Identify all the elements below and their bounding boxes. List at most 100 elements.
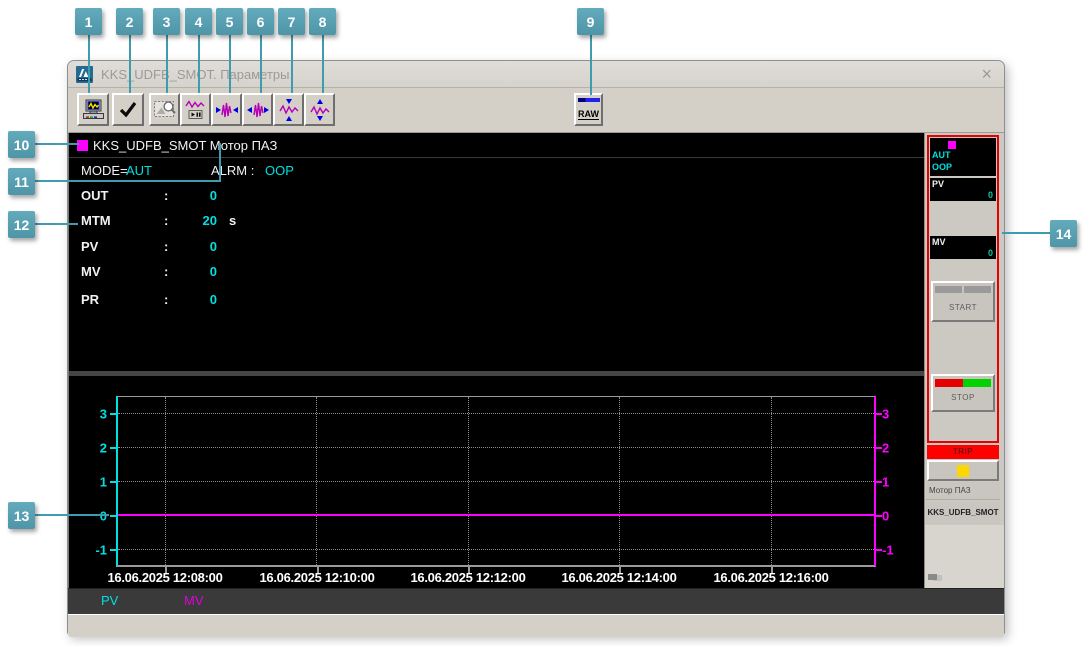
callout-line-2 — [129, 33, 131, 93]
param-separator: : — [164, 213, 169, 228]
callout-badge-6: 6 — [247, 8, 274, 35]
stop-button[interactable]: STOP — [931, 374, 995, 412]
callout-line-5 — [229, 33, 231, 93]
y-axis-left-tick: 1 — [99, 474, 107, 490]
mode-label: MODE= — [81, 163, 128, 178]
param-separator: : — [164, 188, 169, 203]
trend-main-area: KKS_UDFB_SMOT Мотор ПАЗ MODE= AUT ALRM :… — [68, 133, 924, 588]
y-axis-left-tick: 0 — [99, 508, 107, 524]
stop-button-label: STOP — [951, 393, 975, 402]
trend-run-pause-icon — [184, 99, 204, 119]
mode-value: AUT — [126, 163, 152, 178]
acknowledge-button[interactable] — [927, 460, 999, 481]
param-label: MV — [81, 264, 101, 279]
param-separator: : — [164, 292, 169, 307]
tag-header-label: KKS_UDFB_SMOT Мотор ПАЗ — [93, 138, 278, 153]
title-bar[interactable]: KKS_UDFB_SMOT. Параметры × — [68, 61, 1004, 88]
callout-line-13 — [35, 514, 109, 516]
expand-time-axis-button[interactable] — [242, 93, 273, 126]
export-image-button[interactable] — [149, 93, 180, 126]
compress-time-axis-icon — [215, 102, 238, 117]
param-value: 0 — [209, 188, 217, 203]
callout-badge-11: 11 — [8, 168, 35, 195]
compress-value-axis-icon — [278, 98, 298, 121]
alarm-value: OOP — [265, 163, 294, 178]
faceplate-mode-value: AUT — [932, 150, 951, 160]
faceplate: AUT OOP PV 0 MV 0 START STOP TRIP Мотор … — [924, 133, 1004, 588]
y-axis-left-tick: -1 — [95, 542, 107, 558]
stop-indicator-red — [935, 379, 963, 387]
start-button[interactable]: START — [931, 281, 995, 322]
callout-line-11b — [219, 143, 221, 182]
start-button-label: START — [949, 303, 977, 312]
close-icon[interactable]: × — [977, 65, 996, 83]
faceplate-mv-value: 0 — [987, 248, 993, 258]
param-row-mtm: MTM : 20 s — [69, 213, 924, 233]
faceplate-pv-label: PV — [932, 179, 945, 189]
faceplate-tag: KKS_UDFB_SMOT — [926, 501, 1000, 524]
y-axis-right-tick: 3 — [882, 406, 890, 422]
callout-badge-1: 1 — [75, 8, 102, 35]
x-axis-tick: 16.06.2025 12:14:00 — [561, 570, 677, 585]
param-label: PR — [81, 292, 100, 307]
callout-badge-14: 14 — [1050, 220, 1077, 247]
warning-indicator — [957, 464, 969, 477]
callout-line-14 — [1002, 232, 1050, 234]
y-axis-right-tick: 1 — [882, 474, 890, 490]
faceplate-mv-box: MV 0 — [930, 236, 996, 259]
apply-button[interactable] — [112, 93, 144, 126]
param-row-mv: MV : 0 — [69, 264, 924, 284]
expand-value-axis-button[interactable] — [304, 93, 335, 126]
param-separator: : — [164, 264, 169, 279]
expand-time-axis-icon — [246, 102, 269, 117]
callout-badge-9: 9 — [577, 8, 604, 35]
y-axis-right-tick: 0 — [882, 508, 890, 524]
raw-data-button[interactable]: RAW — [574, 93, 603, 126]
raw-label: RAW — [578, 108, 599, 120]
callout-badge-3: 3 — [153, 8, 180, 35]
trip-indicator: TRIP — [927, 445, 999, 459]
trend-print-button[interactable] — [77, 93, 109, 126]
callout-badge-12: 12 — [8, 211, 35, 238]
toolbar: RAW — [68, 88, 1004, 132]
param-value: 0 — [209, 264, 217, 279]
parameters-window: KKS_UDFB_SMOT. Параметры × RAW KKS_UDFB_… — [67, 60, 1005, 637]
param-label: OUT — [81, 188, 109, 203]
callout-line-8 — [322, 33, 324, 93]
faceplate-alarm-frame: AUT OOP PV 0 MV 0 START STOP — [927, 135, 999, 443]
trend-run-pause-button[interactable] — [180, 93, 211, 126]
callout-line-9 — [590, 33, 592, 95]
start-indicator-bar — [935, 286, 962, 293]
raw-data-icon: RAW — [577, 97, 600, 122]
y-axis-left-tick: 3 — [99, 406, 107, 422]
faceplate-alarm-value: OOP — [932, 162, 953, 172]
callout-badge-2: 2 — [116, 8, 143, 35]
y-axis-left-tick: 2 — [99, 440, 107, 456]
callout-badge-5: 5 — [216, 8, 243, 35]
compress-time-axis-button[interactable] — [211, 93, 242, 126]
window-title: KKS_UDFB_SMOT. Параметры — [101, 66, 290, 82]
x-axis-tick: 16.06.2025 12:10:00 — [259, 570, 375, 585]
content-area: KKS_UDFB_SMOT Мотор ПАЗ MODE= AUT ALRM :… — [68, 132, 1004, 588]
param-label: PV — [81, 239, 99, 254]
callout-line-4 — [198, 33, 200, 93]
compress-value-axis-button[interactable] — [273, 93, 304, 126]
mv-series-line — [118, 514, 874, 516]
y-axis-right-tick: -1 — [882, 542, 894, 558]
faceplate-footer — [925, 525, 1004, 588]
callout-line-3 — [166, 33, 168, 93]
start-indicator-bar — [964, 286, 991, 293]
stop-indicator-green — [963, 379, 991, 387]
app-icon — [76, 65, 93, 83]
param-unit: s — [229, 213, 237, 228]
faceplate-pv-box: PV 0 — [930, 178, 996, 201]
expand-value-axis-icon — [309, 98, 329, 121]
x-axis-tick: 16.06.2025 12:08:00 — [107, 570, 223, 585]
callout-line-11 — [35, 180, 221, 182]
callout-badge-8: 8 — [309, 8, 336, 35]
callout-line-1 — [88, 33, 90, 93]
apply-icon — [119, 101, 137, 117]
resize-grip-icon — [928, 574, 937, 580]
param-separator: : — [164, 239, 169, 254]
tag-color-marker — [77, 140, 88, 151]
